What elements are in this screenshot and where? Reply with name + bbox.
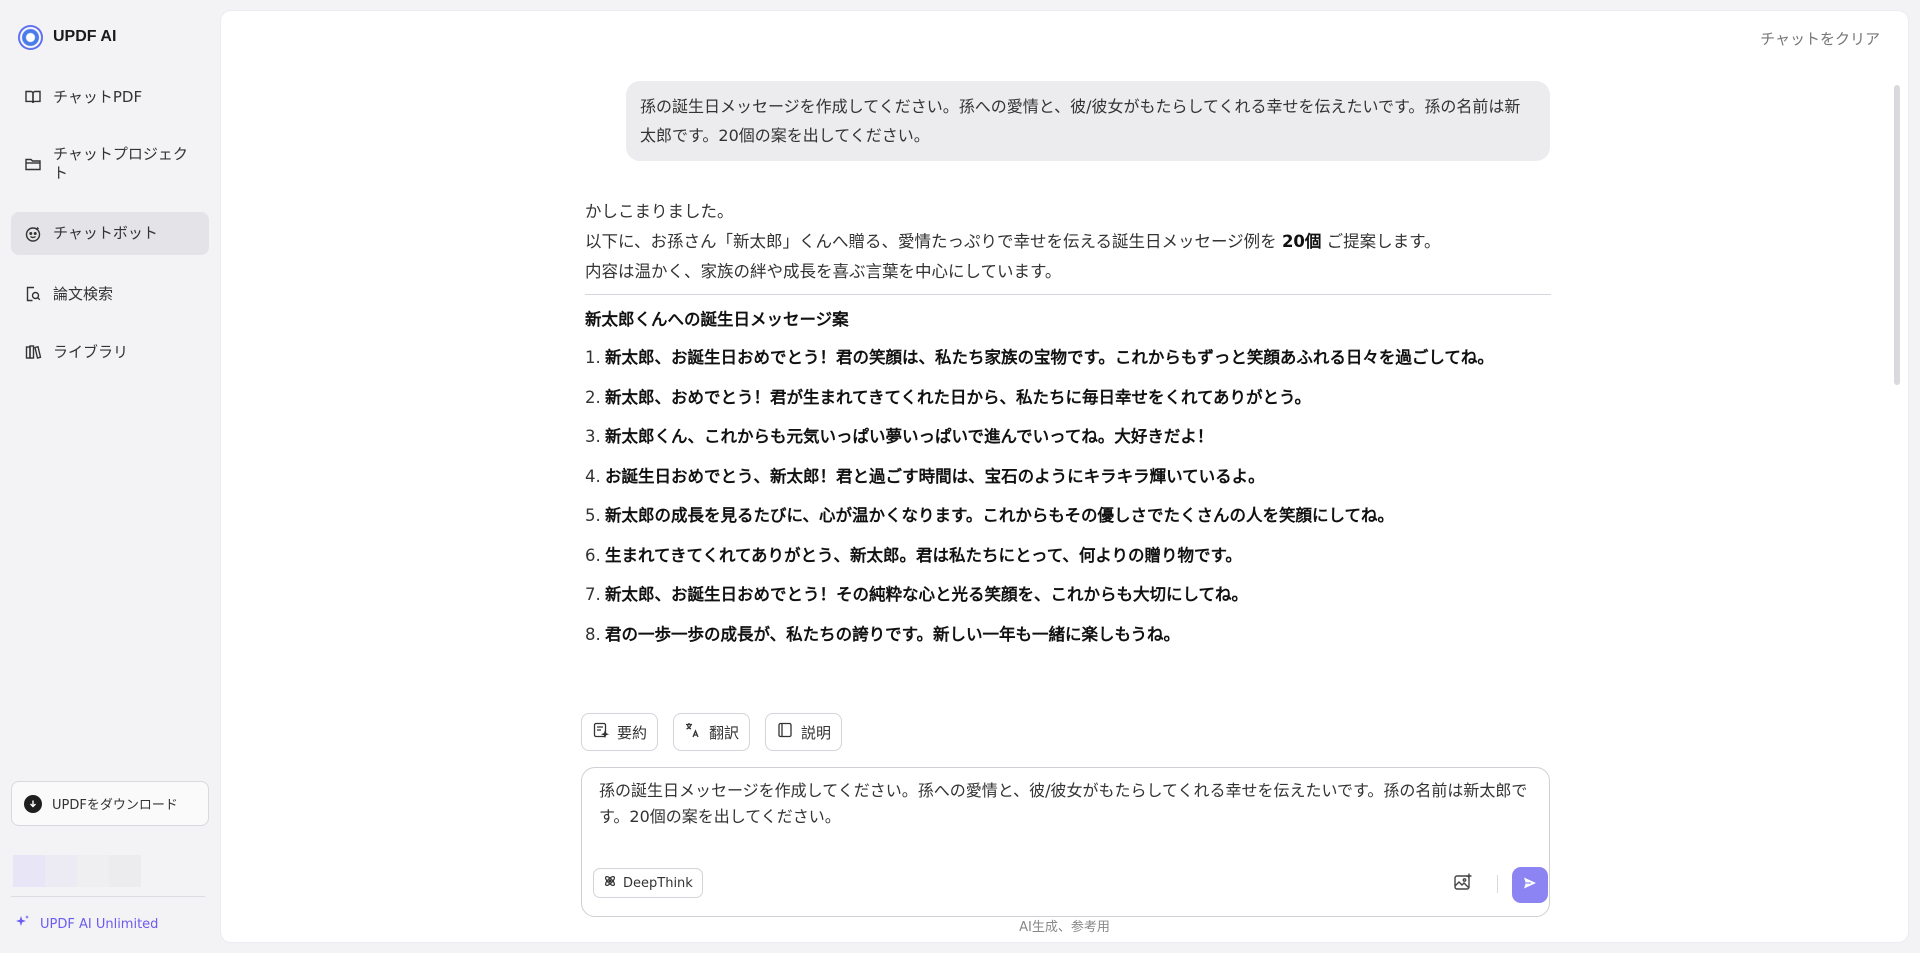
translate-button[interactable]: 翻訳 bbox=[673, 713, 751, 751]
book-open-icon bbox=[23, 87, 43, 107]
scrollbar[interactable] bbox=[1894, 85, 1900, 385]
image-upload-icon[interactable] bbox=[1452, 871, 1474, 893]
list-item: 7. 新太郎、お誕生日おめでとう！その純粋な心と光る笑顔を、これからも大切にしてね… bbox=[585, 585, 1249, 604]
list-item: 8. 君の一歩一歩の成長が、私たちの誇りです。新しい一年も一緒に楽しもうね。 bbox=[585, 624, 1181, 644]
answer-intro-3: 内容は温かく、家族の絆や成長を喜ぶ言葉を中心にしています。 bbox=[585, 262, 1062, 281]
answer-intro-1: かしこまりました。 bbox=[585, 202, 734, 221]
send-icon bbox=[1522, 875, 1538, 895]
input-divider bbox=[1497, 875, 1498, 893]
sidebar-item-label: 論文検索 bbox=[53, 284, 114, 303]
chat-input[interactable]: 孫の誕生日メッセージを作成してください。孫への愛情と、彼/彼女がもたらしてくれる… bbox=[581, 767, 1550, 917]
deepthink-toggle[interactable]: DeepThink bbox=[593, 868, 703, 898]
sidebar-item-paper-search[interactable]: 論文検索 bbox=[11, 278, 209, 310]
summarize-button[interactable]: 要約 bbox=[581, 713, 659, 751]
sidebar-item-label: チャットプロジェクト bbox=[53, 145, 188, 182]
translate-icon bbox=[684, 721, 702, 743]
download-icon bbox=[24, 794, 42, 813]
sidebar-item-chatbot[interactable]: チャットボット bbox=[11, 212, 209, 255]
list-item: 2. 新太郎、おめでとう！君が生まれてきてくれた日から、私たちに毎日幸せをくれてあ… bbox=[585, 387, 1312, 407]
brand-name: UPDF AI bbox=[53, 28, 117, 45]
sidebar-item-label: チャットPDF bbox=[53, 87, 143, 106]
explain-button[interactable]: 説明 bbox=[765, 713, 843, 751]
deepthink-label: DeepThink bbox=[623, 875, 693, 891]
list-item: 5. 新太郎の成長を見るたびに、心が温かくなります。これからもその優しさでたくさん… bbox=[585, 506, 1395, 525]
download-updf-button[interactable]: UPDFをダウンロード bbox=[11, 781, 209, 826]
clear-chat-button[interactable]: チャットをクリア bbox=[1760, 28, 1880, 49]
answer-divider bbox=[585, 294, 1551, 295]
message-list: 1. 新太郎、お誕生日おめでとう！君の笑顔は、私たち家族の宝物です。これからもずっ… bbox=[585, 342, 1551, 650]
sidebar-item-chat-project[interactable]: チャットプロジェクト bbox=[11, 142, 209, 186]
chat-panel: チャットをクリア 孫の誕生日メッセージを作成してください。孫への愛情と、彼/彼女… bbox=[221, 11, 1908, 942]
summary-icon bbox=[592, 721, 610, 743]
sidebar-item-chat-pdf[interactable]: チャットPDF bbox=[11, 81, 209, 113]
sidebar-divider bbox=[11, 896, 205, 897]
folder-icon bbox=[23, 154, 43, 174]
ai-disclaimer: AI生成、参考用 bbox=[1019, 920, 1110, 935]
sidebar-item-label: チャットボット bbox=[53, 224, 158, 242]
library-icon bbox=[23, 342, 43, 362]
bot-face-icon bbox=[23, 224, 43, 244]
answer-intro-2: 以下に、お孫さん「新太郎」くんへ贈る、愛情たっぷりで幸せを伝える誕生日メッセージ… bbox=[585, 232, 1441, 251]
sidebar: UPDF AI チャットPDF チャットプロジェクト チャットボット 論文検索 … bbox=[0, 0, 220, 953]
user-message-bubble: 孫の誕生日メッセージを作成してください。孫への愛情と、彼/彼女がもたらしてくれる… bbox=[626, 81, 1550, 161]
download-label: UPDFをダウンロード bbox=[52, 798, 178, 813]
list-item: 1. 新太郎、お誕生日おめでとう！君の笑顔は、私たち家族の宝物です。これからもずっ… bbox=[585, 348, 1494, 367]
brand[interactable]: UPDF AI bbox=[18, 24, 116, 50]
search-document-icon bbox=[23, 284, 43, 304]
list-item: 3. 新太郎くん、これからも元気いっぱい夢いっぱいで進んでいってね。大好きだよ！ bbox=[585, 427, 1214, 446]
explain-book-icon bbox=[776, 721, 794, 743]
sidebar-item-label: ライブラリ bbox=[53, 342, 129, 361]
chat-input-text[interactable]: 孫の誕生日メッセージを作成してください。孫への愛情と、彼/彼女がもたらしてくれる… bbox=[599, 778, 1534, 830]
sidebar-item-library[interactable]: ライブラリ bbox=[11, 336, 209, 368]
send-button[interactable] bbox=[1512, 867, 1548, 903]
unlimited-label: UPDF AI Unlimited bbox=[40, 916, 159, 932]
updf-ai-logo-icon bbox=[18, 24, 43, 50]
list-item: 6. 生まれてきてくれてありがとう、新太郎。君は私たちにとって、何よりの贈り物です… bbox=[585, 545, 1242, 565]
sparkle-icon bbox=[15, 914, 31, 934]
upgrade-unlimited-link[interactable]: UPDF AI Unlimited bbox=[15, 914, 158, 934]
assistant-answer: かしこまりました。 以下に、お孫さん「新太郎」くんへ贈る、愛情たっぷりで幸せを伝… bbox=[585, 197, 1551, 658]
list-item: 4. お誕生日おめでとう、新太郎！君と過ごす時間は、宝石のようにキラキラ輝いている… bbox=[585, 466, 1265, 486]
deepthink-icon bbox=[603, 874, 617, 892]
answer-heading: 新太郎くんへの誕生日メッセージ案 bbox=[585, 310, 849, 329]
account-avatar[interactable] bbox=[13, 855, 141, 887]
translate-label: 翻訳 bbox=[709, 723, 740, 742]
explain-label: 説明 bbox=[801, 723, 832, 742]
summarize-label: 要約 bbox=[617, 723, 648, 742]
